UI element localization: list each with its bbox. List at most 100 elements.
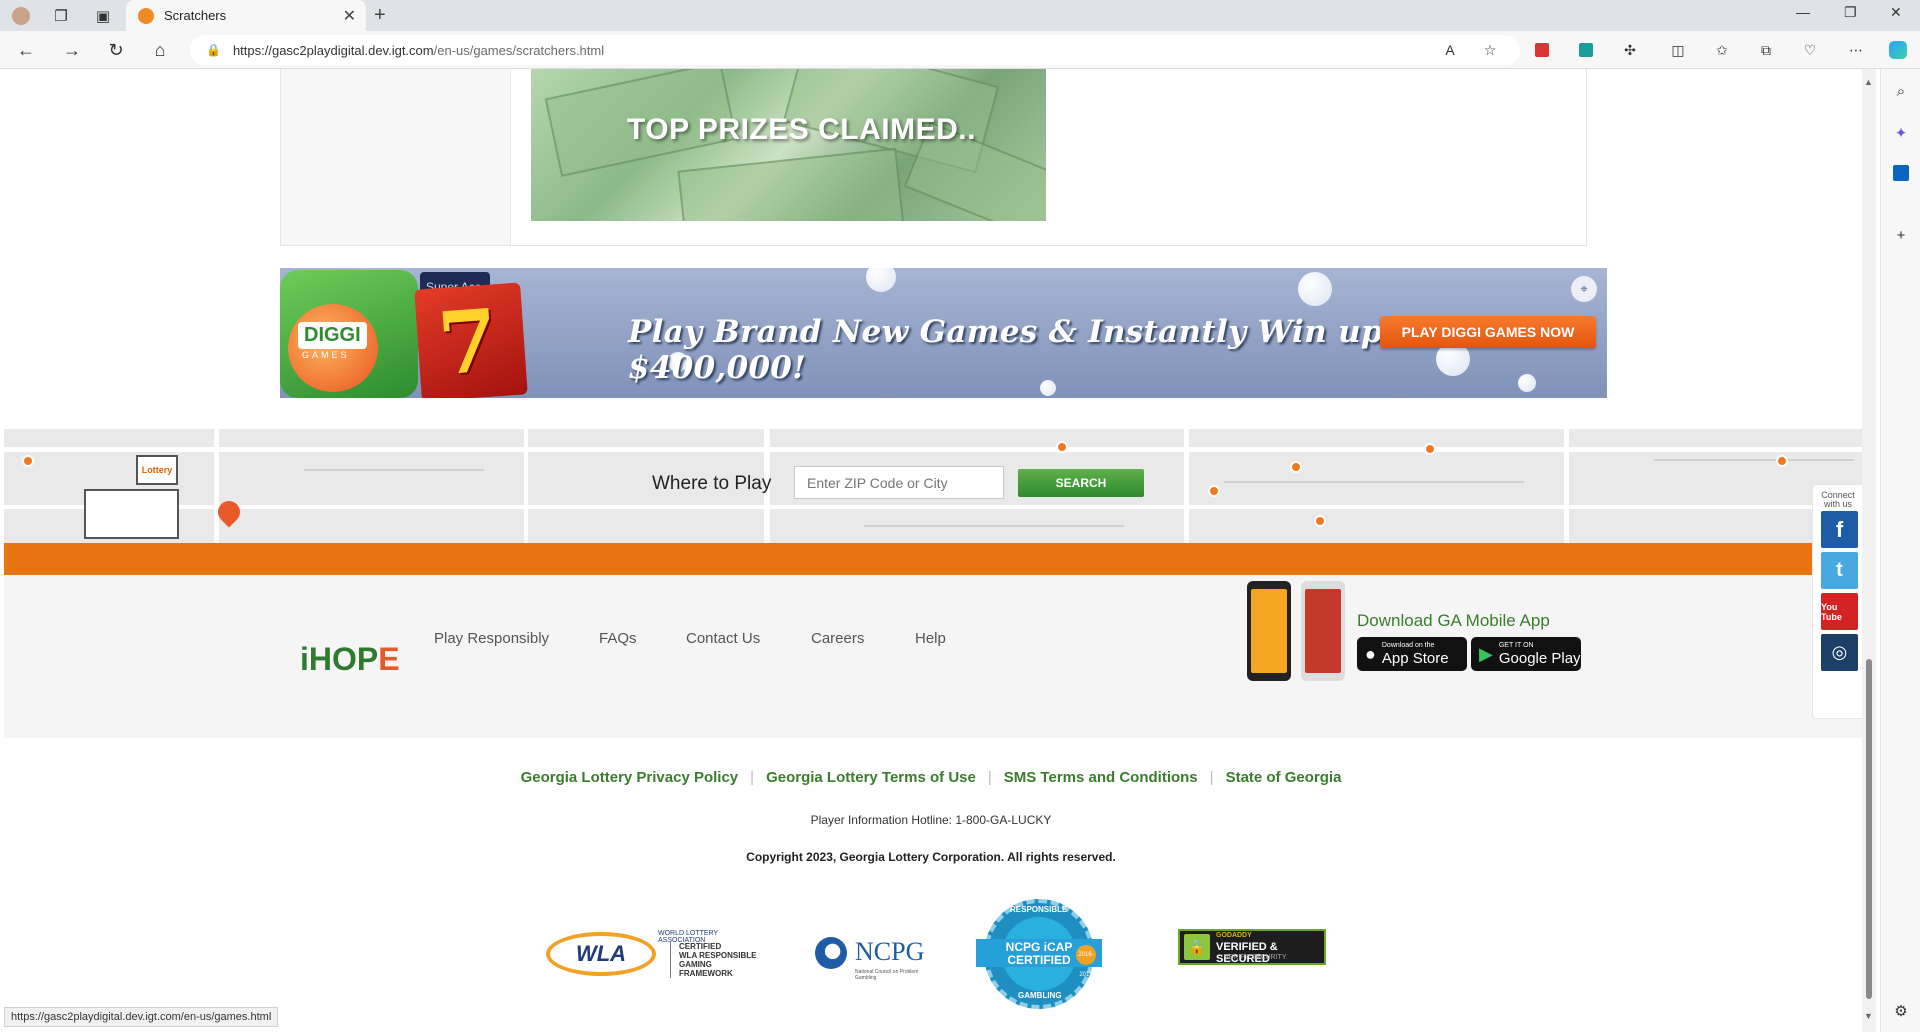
facebook-icon[interactable]: f (1821, 511, 1858, 548)
youtube-icon[interactable]: You Tube (1821, 593, 1858, 630)
more-menu-icon[interactable]: ⋯ (1846, 40, 1866, 60)
play-diggi-games-button[interactable]: PLAY DIGGI GAMES NOW (1380, 316, 1596, 348)
top-prizes-image[interactable]: TOP PRIZES CLAIMED.. (531, 69, 1046, 221)
map-pin-icon (1290, 461, 1302, 473)
copyright-text: Copyright 2023, Georgia Lottery Corporat… (746, 850, 1116, 864)
terms-of-use-link[interactable]: Georgia Lottery Terms of Use (754, 769, 988, 786)
lock-icon: 🔒 (206, 43, 221, 57)
footer-link-faqs[interactable]: FAQs (599, 630, 637, 647)
wla-certified-badge[interactable]: WORLD LOTTERY ASSOCIATION WLA CERTIFIED … (546, 924, 766, 984)
workspaces-icon[interactable]: ❐ (48, 4, 74, 28)
extension-teal-icon[interactable] (1576, 40, 1596, 60)
footer-link-careers[interactable]: Careers (811, 630, 864, 647)
seven-icon: 7 (434, 290, 502, 396)
refresh-button[interactable]: ↻ (102, 38, 130, 62)
map-pin-icon (22, 455, 34, 467)
player-hotline: Player Information Hotline: 1-800-GA-LUC… (810, 813, 1052, 827)
visual-search-icon[interactable]: ⌖ (1571, 276, 1597, 302)
restore-button[interactable]: ❐ (1844, 4, 1857, 21)
ihope-logo[interactable]: iHOPE (300, 641, 400, 678)
padlock-icon: 🔒 (1184, 934, 1210, 960)
close-tab-icon[interactable]: ✕ (343, 6, 356, 26)
minimize-button[interactable]: — (1796, 4, 1810, 20)
page-scrollbar[interactable]: ▲ ▼ (1862, 69, 1876, 1032)
zip-city-input[interactable] (794, 466, 1004, 499)
privacy-policy-link[interactable]: Georgia Lottery Privacy Policy (509, 769, 751, 786)
lottery-store-illustration: Lottery (44, 449, 245, 539)
scroll-down-icon[interactable]: ▼ (1864, 1011, 1873, 1021)
google-play-button[interactable]: ▶ GET IT ON Google Play (1471, 637, 1581, 671)
phone-image (1301, 581, 1345, 681)
download-app-title: Download GA Mobile App (1357, 611, 1550, 630)
map-pin-icon (1776, 455, 1788, 467)
card-sidebar (281, 69, 511, 245)
footer-link-help[interactable]: Help (915, 630, 946, 647)
footer-nav: iHOPE Play Responsibly FAQs Contact Us C… (4, 575, 1862, 738)
legal-links: Georgia Lottery Privacy Policy | Georgia L… (0, 769, 1862, 786)
map-pin-icon (1208, 485, 1220, 497)
ncpg-badge[interactable]: NCPG National Council on Problem Gamblin… (815, 929, 935, 981)
footer-link-play-responsibly[interactable]: Play Responsibly (434, 630, 549, 647)
diggi-games-banner[interactable]: DIGGI GAMES Super Ace 7 Play Brand New G… (280, 268, 1607, 398)
home-button[interactable]: ⌂ (146, 38, 174, 62)
where-to-play-label: Where to Play (652, 473, 772, 494)
close-window-button[interactable]: ✕ (1890, 4, 1902, 21)
ruby-sevens-card: 7 (414, 282, 528, 398)
sms-terms-link[interactable]: SMS Terms and Conditions (992, 769, 1210, 786)
address-toolbar: ← → ↻ ⌂ 🔒 https://gasc2playdigital.dev.i… (0, 31, 1920, 69)
url-input[interactable]: 🔒 https://gasc2playdigital.dev.igt.com/e… (190, 35, 1520, 65)
instagram-icon[interactable]: ◎ (1821, 634, 1858, 671)
browser-essentials-icon[interactable]: ♡ (1800, 40, 1820, 60)
state-of-georgia-link[interactable]: State of Georgia (1214, 769, 1354, 786)
back-button[interactable]: ← (12, 38, 40, 62)
copilot-sidebar-icon[interactable]: ✦ (1891, 123, 1911, 143)
map-pin-icon (1314, 515, 1326, 527)
social-connect-panel: Connect with us f t You Tube ◎ (1812, 484, 1862, 719)
diggi-logo: DIGGI GAMES (280, 270, 418, 398)
extensions-icon[interactable]: ✣ (1620, 40, 1640, 60)
connect-label: Connect with us (1821, 490, 1855, 509)
icap-certified-badge[interactable]: RESPONSIBLE NCPG iCAP CERTIFIED 2016-201… (976, 899, 1104, 1009)
footer-divider-bar (4, 543, 1862, 575)
phone-image (1247, 581, 1291, 681)
outlook-icon[interactable] (1891, 163, 1911, 183)
wla-logo: WLA (546, 932, 656, 976)
app-store-button[interactable]: ● Download on the App Store (1357, 637, 1467, 671)
top-prizes-text: TOP PRIZES CLAIMED.. (627, 113, 976, 146)
new-tab-button[interactable]: + (374, 4, 386, 27)
scroll-up-icon[interactable]: ▲ (1864, 77, 1873, 87)
search-icon[interactable]: ⌕ (1891, 81, 1911, 101)
game-card-container: TOP PRIZES CLAIMED.. (280, 69, 1587, 246)
tab-actions-icon[interactable]: ▣ (90, 4, 116, 28)
wla-cert-text: CERTIFIED WLA RESPONSIBLE GAMING FRAMEWO… (670, 942, 766, 978)
play-store-icon: ▶ (1479, 643, 1493, 664)
twitter-icon[interactable]: t (1821, 552, 1858, 589)
split-screen-icon[interactable]: ◫ (1668, 40, 1688, 60)
settings-gear-icon[interactable]: ⚙ (1891, 1001, 1911, 1021)
profile-avatar[interactable] (8, 4, 34, 28)
map-pin-icon (1056, 441, 1068, 453)
favorites-icon[interactable]: ✩ (1712, 40, 1732, 60)
extension-red-icon[interactable] (1532, 40, 1552, 60)
where-to-play-map: Lottery Where to Play SEARCH (4, 429, 1862, 543)
scrollbar-thumb[interactable] (1866, 659, 1872, 999)
ncpg-swirl-icon (815, 937, 847, 969)
favorite-star-icon[interactable]: ☆ (1480, 40, 1500, 60)
tab-scratchers[interactable]: Scratchers ✕ (126, 0, 366, 31)
browser-tab-bar: ❐ ▣ Scratchers ✕ + — ❐ ✕ (0, 0, 1920, 31)
map-pin-icon (1424, 443, 1436, 455)
read-aloud-icon[interactable]: A (1440, 40, 1460, 60)
page-content: TOP PRIZES CLAIMED.. DIGGI GAMES Super A… (0, 69, 1862, 1032)
godaddy-secured-badge[interactable]: 🔒 GODADDY VERIFIED & SECURED VERIFY SECU… (1178, 929, 1326, 965)
tab-title: Scratchers (164, 8, 227, 23)
footer-link-contact-us[interactable]: Contact Us (686, 630, 760, 647)
site-favicon-icon (138, 7, 154, 24)
copilot-icon[interactable] (1888, 40, 1908, 60)
edge-sidebar: ⌕ ✦ + ⚙ (1880, 69, 1920, 1032)
collections-icon[interactable]: ⧉ (1756, 40, 1776, 60)
search-button[interactable]: SEARCH (1018, 469, 1144, 497)
status-bar-url: https://gasc2playdigital.dev.igt.com/en-… (4, 1007, 279, 1027)
add-sidebar-icon[interactable]: + (1891, 225, 1911, 245)
apple-icon: ● (1365, 643, 1376, 664)
forward-button[interactable]: → (58, 38, 86, 62)
